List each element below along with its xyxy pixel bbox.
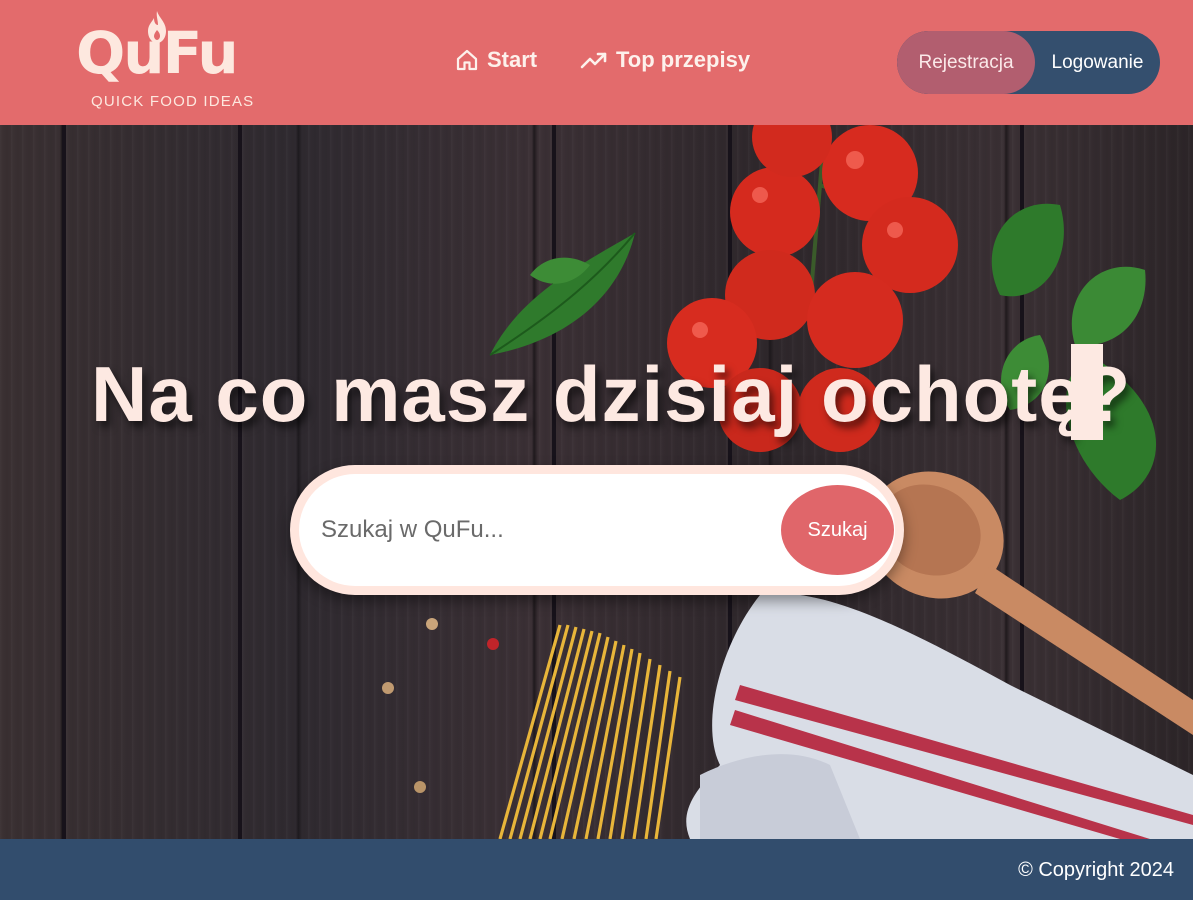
spaghetti-bundle (498, 624, 682, 839)
nav-start[interactable]: Start (455, 47, 537, 73)
register-button[interactable]: Rejestracja (897, 31, 1035, 94)
login-button[interactable]: Logowanie (1035, 31, 1160, 94)
kitchen-towel (686, 593, 1193, 839)
logo-tagline: QUICK FOOD IDEAS (91, 93, 255, 110)
nav-start-label: Start (487, 47, 538, 72)
site-footer: © Copyright 2024 (0, 839, 1193, 900)
logo[interactable]: QuFu QUICK FOOD IDEAS (76, 10, 256, 114)
basil-leaf-left (489, 232, 636, 356)
nav-top-label: Top przepisy (616, 47, 751, 72)
copyright-text: © Copyright 2024 (1018, 859, 1174, 881)
search-field-container: Szukaj (299, 474, 895, 586)
trending-up-icon (580, 52, 607, 69)
peppercorns (382, 618, 499, 793)
text-cursor (1071, 344, 1103, 440)
site-header: QuFu QUICK FOOD IDEAS Start Top przepisy… (0, 0, 1193, 125)
auth-switch: Logowanie Rejestracja (897, 31, 1160, 94)
nav-top-recipes[interactable]: Top przepisy (580, 47, 750, 73)
hero-section: Na co masz dzisiaj ochotę? Szukaj (0, 125, 1193, 839)
logo-wordmark: QuFu (76, 19, 239, 87)
search-button[interactable]: Szukaj (781, 485, 894, 575)
search-bar: Szukaj (290, 465, 904, 595)
home-icon (456, 49, 478, 71)
hero-headline: Na co masz dzisiaj ochotę? (91, 350, 1132, 438)
search-input[interactable] (321, 504, 751, 556)
